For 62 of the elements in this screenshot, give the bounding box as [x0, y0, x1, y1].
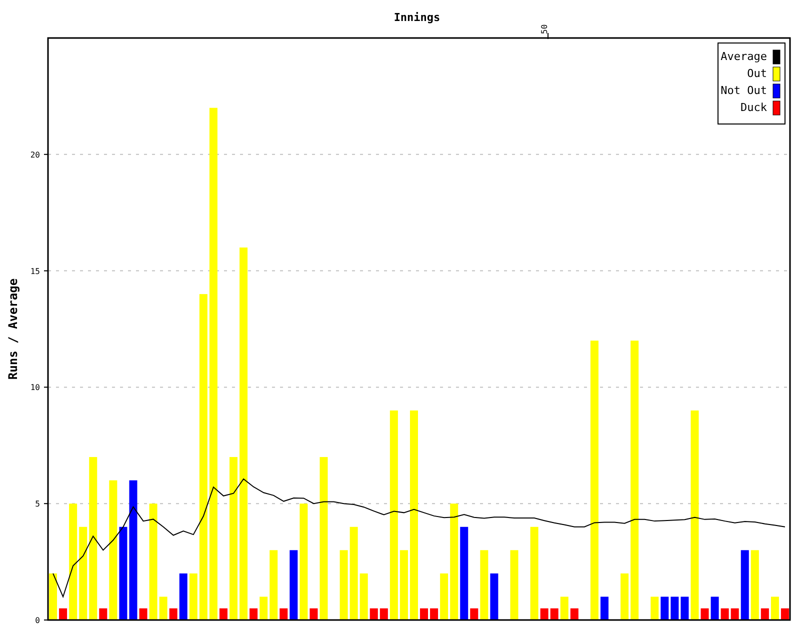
legend-label: Out	[747, 67, 767, 80]
bar	[400, 550, 408, 620]
bar	[600, 596, 608, 620]
bar	[310, 608, 318, 620]
bar	[680, 596, 689, 620]
bar	[540, 608, 548, 620]
tick-label: 15	[30, 266, 40, 276]
bar	[750, 550, 759, 620]
bar	[650, 596, 659, 620]
bar	[189, 573, 198, 620]
axis-title: Innings	[394, 11, 440, 24]
axis-title: Runs / Average	[6, 278, 20, 380]
legend-swatch	[772, 50, 780, 64]
bar	[290, 550, 298, 620]
bar	[430, 608, 438, 620]
bar	[560, 596, 568, 620]
bar	[730, 608, 739, 620]
bar	[179, 573, 188, 620]
bar	[250, 608, 258, 620]
bar	[340, 550, 348, 620]
legend-label: Average	[720, 50, 767, 63]
bar	[169, 608, 178, 620]
legend-swatch	[772, 100, 780, 116]
bar	[700, 608, 709, 620]
bar	[139, 608, 148, 620]
bar	[710, 596, 719, 620]
bar	[159, 596, 168, 620]
bar	[270, 550, 278, 620]
legend-label: Not Out	[720, 84, 767, 97]
bar	[510, 550, 518, 620]
tick-label: 50	[540, 24, 549, 34]
bar	[280, 608, 288, 620]
legend-label: Duck	[740, 101, 767, 114]
bar	[380, 608, 388, 620]
bar	[420, 608, 428, 620]
bar	[59, 608, 68, 620]
bar	[550, 608, 558, 620]
tick-label: 20	[30, 150, 40, 160]
bar	[470, 608, 478, 620]
bar	[490, 573, 498, 620]
bar	[49, 573, 58, 620]
tick-label: 0	[35, 616, 40, 625]
bar	[99, 608, 108, 620]
bar	[620, 573, 629, 620]
bar	[720, 608, 729, 620]
bar	[740, 550, 749, 620]
bar	[440, 573, 448, 620]
legend-swatch	[772, 84, 780, 98]
bar	[760, 608, 769, 620]
bar	[670, 596, 679, 620]
bar	[219, 608, 228, 620]
bar	[480, 550, 488, 620]
bar	[260, 596, 268, 620]
legend-swatch	[772, 66, 780, 82]
tick-label: 5	[35, 500, 40, 509]
bar	[780, 608, 789, 620]
bar	[770, 596, 779, 620]
bar	[360, 573, 368, 620]
bar	[660, 596, 669, 620]
bar	[570, 608, 578, 620]
bar	[370, 608, 378, 620]
tick-label: 10	[30, 383, 40, 392]
